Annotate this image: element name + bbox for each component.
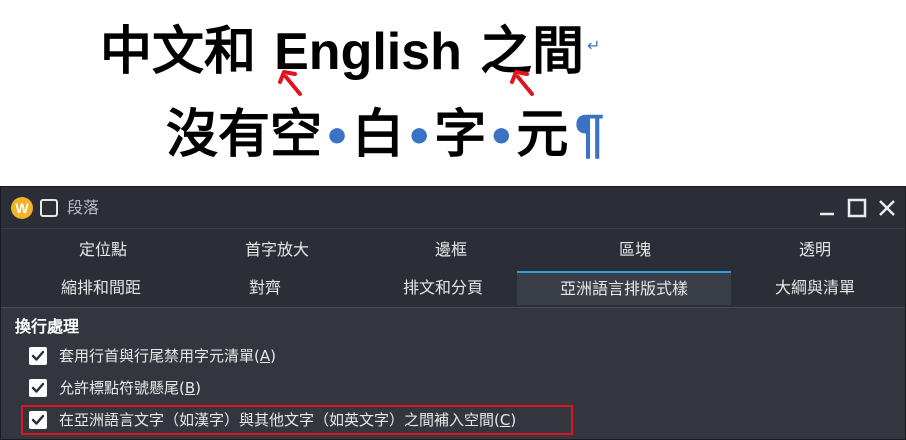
space-mark: • [487,112,516,163]
highlight-box [21,405,573,435]
red-arrow-icon [510,70,534,96]
tab-alignment[interactable]: 對齊 [195,271,335,305]
tab-area[interactable]: 區塊 [565,233,705,267]
paragraph-dialog: W 段落 定位點 首字放大 邊框 區塊 透明 縮排和間距 對齊 排文和分頁 亞洲… [0,186,906,440]
paragraph-mark: ¶ [574,104,605,164]
close-icon[interactable] [875,196,899,220]
option-forbidden-characters[interactable]: 套用行首與行尾禁用字元清單(A) [29,344,276,368]
tab-transparency[interactable]: 透明 [745,233,885,267]
document-preview: 中文和 English 之間 ↵ 沒有空•白•字•元 ¶ [0,0,906,178]
cjk-chars-1: 沒有空 [166,105,323,165]
tab-outline-list[interactable]: 大綱與清單 [745,271,885,305]
tab-drop-caps[interactable]: 首字放大 [207,233,347,267]
section-title: 換行處理 [15,317,80,336]
maximize-icon[interactable] [845,196,869,220]
red-arrow-icon [278,70,302,96]
cjk-chars-4: 元 [516,105,569,165]
preview-line-2: 沒有空•白•字•元 ¶ [166,102,604,170]
tab-asian-typography[interactable]: 亞洲語言排版式樣 [517,271,731,305]
checkmark-icon [31,350,45,361]
dialog-title: 段落 [67,198,100,217]
writer-app-icon: W [11,197,33,219]
window-menu-icon[interactable] [40,199,58,217]
space-mark: • [405,112,434,163]
tab-text-flow[interactable]: 排文和分頁 [369,271,517,305]
option-hanging-punctuation[interactable]: 允許標點符號懸尾(B) [29,376,201,400]
tab-indents-spacing[interactable]: 縮排和間距 [31,271,171,305]
minimize-icon[interactable] [815,196,839,220]
tab-borders[interactable]: 邊框 [381,233,521,267]
checkbox-forbidden-characters[interactable] [29,347,47,365]
cjk-chars-3: 字 [434,105,487,165]
dialog-tabs: 定位點 首字放大 邊框 區塊 透明 縮排和間距 對齊 排文和分頁 亞洲語言排版式… [1,229,905,310]
cjk-chars-2: 白 [352,105,405,165]
option-label: 允許標點符號懸尾(B) [59,379,202,397]
checkmark-icon [31,382,45,393]
checkbox-hanging-punctuation[interactable] [29,379,47,397]
asian-typography-panel: 換行處理 套用行首與行尾禁用字元清單(A) 允許標點符號懸尾(B) 在亞洲語言文… [1,307,905,439]
tab-tabs[interactable]: 定位點 [33,233,173,267]
option-label: 套用行首與行尾禁用字元清單(A) [59,347,276,365]
space-mark: • [323,112,352,163]
dialog-titlebar[interactable]: W 段落 [1,187,905,229]
cjk-text-head: 中文和 [100,22,257,82]
line-break-mark: ↵ [587,36,601,55]
